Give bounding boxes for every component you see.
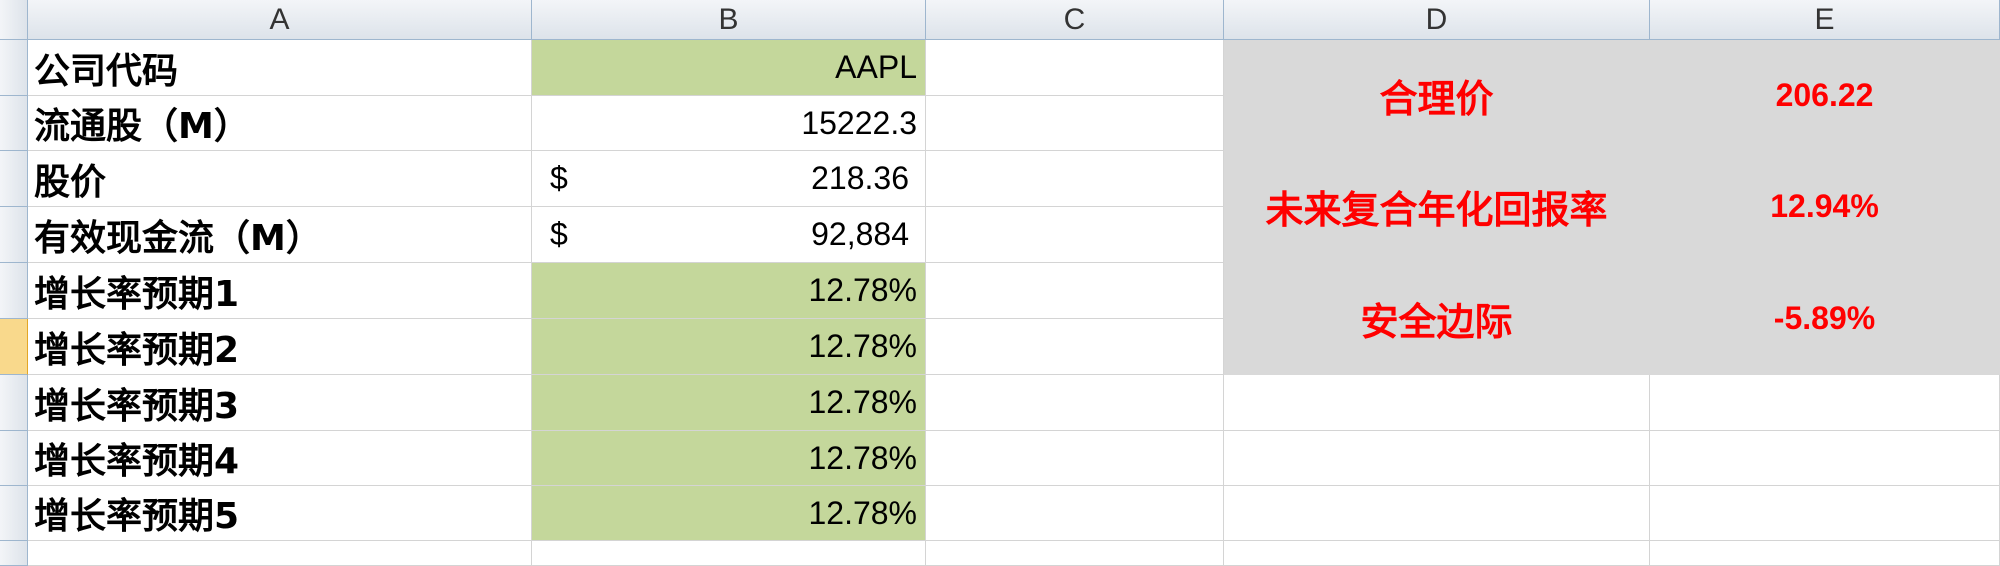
row-header[interactable] [0,40,28,96]
row-header[interactable] [0,207,28,263]
summary-label-annual-return[interactable]: 未来复合年化回报率 [1224,151,1650,263]
summary-value-margin-of-safety[interactable]: -5.89% [1650,263,2000,375]
value-shares-outstanding[interactable]: 15222.3 [532,96,926,151]
free-cash-flow-number: 92,884 [811,216,909,252]
currency-symbol: $ [550,160,568,196]
column-header-c[interactable]: C [926,0,1224,40]
empty-cell[interactable] [926,40,1224,96]
label-growth-2[interactable]: 增长率预期2 [28,319,532,375]
empty-cell[interactable] [926,431,1224,486]
empty-cell[interactable] [1650,431,2000,486]
column-header-a[interactable]: A [28,0,532,40]
label-ticker[interactable]: 公司代码 [28,40,532,96]
row-header[interactable] [0,541,28,566]
row-header[interactable] [0,375,28,431]
summary-value-fair-price[interactable]: 206.22 [1650,40,2000,151]
empty-cell[interactable] [28,541,532,566]
value-growth-2[interactable]: 12.78% [532,319,926,375]
column-header-e[interactable]: E [1650,0,2000,40]
row-header[interactable] [0,486,28,541]
currency-symbol: $ [550,216,568,252]
label-growth-1[interactable]: 增长率预期1 [28,263,532,319]
select-all-corner[interactable] [0,0,28,40]
label-free-cash-flow[interactable]: 有效现金流（M） [28,207,532,263]
column-header-d[interactable]: D [1224,0,1650,40]
value-free-cash-flow[interactable]: $ 92,884 [532,207,926,263]
row-header-selected[interactable] [0,319,28,375]
empty-cell[interactable] [926,207,1224,263]
label-growth-5[interactable]: 增长率预期5 [28,486,532,541]
summary-value-annual-return[interactable]: 12.94% [1650,151,2000,263]
value-growth-3[interactable]: 12.78% [532,375,926,431]
empty-cell[interactable] [1650,541,2000,566]
value-growth-4[interactable]: 12.78% [532,431,926,486]
row-header[interactable] [0,431,28,486]
empty-cell[interactable] [1224,375,1650,431]
empty-cell[interactable] [926,486,1224,541]
empty-cell[interactable] [926,96,1224,151]
empty-cell[interactable] [1224,486,1650,541]
label-growth-3[interactable]: 增长率预期3 [28,375,532,431]
column-header-b[interactable]: B [532,0,926,40]
empty-cell[interactable] [926,263,1224,319]
empty-cell[interactable] [1650,486,2000,541]
summary-label-fair-price[interactable]: 合理价 [1224,40,1650,151]
value-ticker[interactable]: AAPL [532,40,926,96]
share-price-number: 218.36 [811,160,909,196]
empty-cell[interactable] [926,375,1224,431]
value-growth-1[interactable]: 12.78% [532,263,926,319]
summary-label-margin-of-safety[interactable]: 安全边际 [1224,263,1650,375]
empty-cell[interactable] [532,541,926,566]
label-share-price[interactable]: 股价 [28,151,532,207]
value-growth-5[interactable]: 12.78% [532,486,926,541]
empty-cell[interactable] [1224,541,1650,566]
empty-cell[interactable] [926,151,1224,207]
row-header[interactable] [0,263,28,319]
label-shares-outstanding[interactable]: 流通股（M） [28,96,532,151]
row-header[interactable] [0,151,28,207]
empty-cell[interactable] [1650,375,2000,431]
value-share-price[interactable]: $ 218.36 [532,151,926,207]
empty-cell[interactable] [926,319,1224,375]
empty-cell[interactable] [926,541,1224,566]
row-header[interactable] [0,96,28,151]
empty-cell[interactable] [1224,431,1650,486]
label-growth-4[interactable]: 增长率预期4 [28,431,532,486]
